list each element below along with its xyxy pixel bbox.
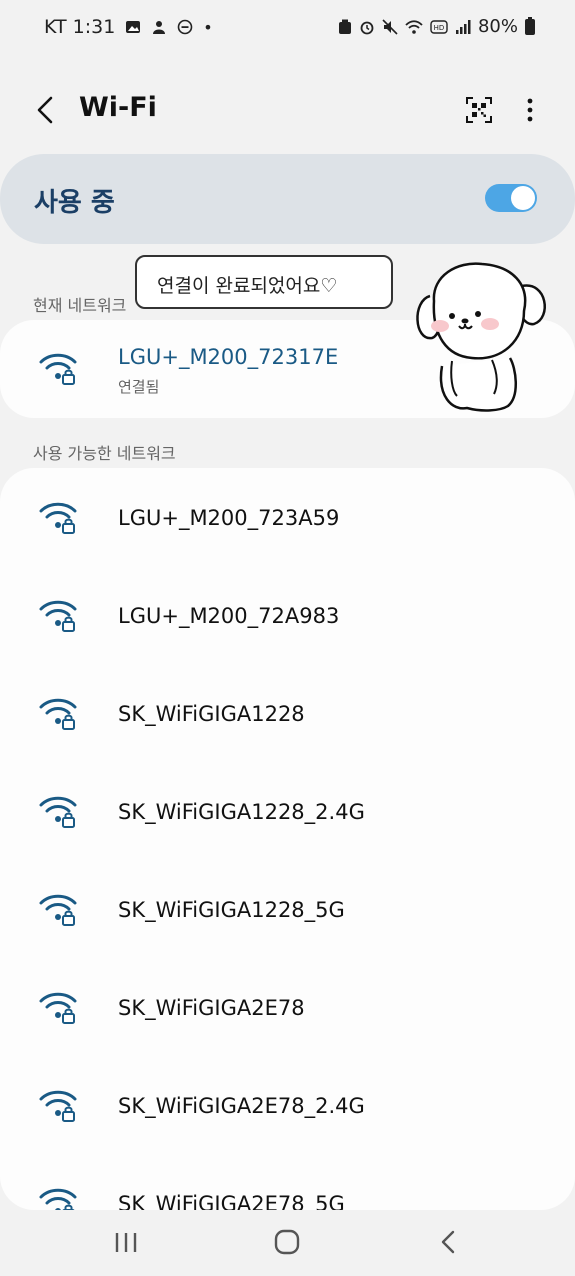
app-notification-icon <box>153 21 166 34</box>
connection-complete-bubble: 연결이 완료되었어요♡ <box>135 255 393 309</box>
current-network-header: 현재 네트워크 <box>33 296 127 315</box>
wifi-toggle[interactable] <box>485 184 537 212</box>
network-name: SK_WiFiGIGA1228_2.4G <box>118 800 365 824</box>
more-options-icon[interactable] <box>518 94 542 126</box>
recycle-icon <box>338 19 351 34</box>
network-name: SK_WiFiGIGA2E78_2.4G <box>118 1094 365 1118</box>
current-network-name: LGU+_M200_72317E <box>118 345 339 369</box>
system-icons: HD <box>338 18 471 35</box>
gallery-icon <box>126 21 141 33</box>
mute-icon <box>382 18 398 35</box>
network-name: SK_WiFiGIGA2E78_5G <box>118 1192 345 1210</box>
wifi-secured-icon <box>39 992 77 1024</box>
network-name: SK_WiFiGIGA2E78 <box>118 996 305 1020</box>
battery-icon <box>525 16 535 35</box>
wifi-secured-icon <box>39 894 77 926</box>
master-switch-label: 사용 중 <box>34 188 115 218</box>
alarm-icon <box>360 21 374 34</box>
do-not-disturb-icon <box>177 19 193 35</box>
back-icon[interactable] <box>28 90 68 130</box>
carrier-time: KT 1:31 <box>44 16 116 38</box>
page-title: Wi-Fi <box>79 92 157 123</box>
network-list-item[interactable]: SK_WiFiGIGA1228_5G <box>0 860 575 958</box>
recent-apps-icon[interactable] <box>108 1226 144 1258</box>
wifi-master-switch[interactable]: 사용 중 <box>0 154 575 244</box>
signal-icon <box>455 19 471 34</box>
network-list-item[interactable]: SK_WiFiGIGA1228 <box>0 664 575 762</box>
battery-percent: 80% <box>477 16 518 37</box>
status-bar: KT 1:31 • HD 80% <box>0 0 575 54</box>
available-networks-list: LGU+_M200_723A59 LGU+_M200_72A983 SK_WiF… <box>0 468 575 1210</box>
network-list-item[interactable]: SK_WiFiGIGA2E78_5G <box>0 1154 575 1210</box>
svg-text:HD: HD <box>434 24 445 32</box>
current-network-status: 연결됨 <box>118 378 160 396</box>
network-name: SK_WiFiGIGA1228 <box>118 702 305 726</box>
wifi-secured-icon <box>39 698 77 730</box>
wifi-secured-icon <box>39 1188 77 1210</box>
toggle-knob <box>511 186 535 210</box>
home-icon[interactable] <box>269 1226 305 1258</box>
status-left: KT 1:31 • <box>44 16 213 38</box>
wifi-secured-icon <box>39 796 77 828</box>
qr-code-icon[interactable] <box>465 96 493 124</box>
navigation-bar <box>0 1210 575 1276</box>
network-name: LGU+_M200_72A983 <box>118 604 340 628</box>
more-notifications-dot: • <box>203 17 213 37</box>
network-name: LGU+_M200_723A59 <box>118 506 340 530</box>
network-name: SK_WiFiGIGA1228_5G <box>118 898 345 922</box>
status-right: HD 80% <box>338 16 535 37</box>
wifi-secured-icon <box>39 1090 77 1122</box>
app-bar: Wi-Fi <box>0 78 575 144</box>
wifi-secured-icon <box>39 353 77 385</box>
wifi-secured-icon <box>39 600 77 632</box>
wifi-status-icon <box>405 19 423 34</box>
network-list-item[interactable]: SK_WiFiGIGA2E78 <box>0 958 575 1056</box>
network-list-item[interactable]: SK_WiFiGIGA1228_2.4G <box>0 762 575 860</box>
hd-voice-icon: HD <box>430 19 448 34</box>
puppy-sticker-icon <box>416 262 546 412</box>
notification-icons: • <box>125 17 213 37</box>
wifi-secured-icon <box>39 502 77 534</box>
available-networks-header: 사용 가능한 네트워크 <box>33 444 176 463</box>
network-list-item[interactable]: SK_WiFiGIGA2E78_2.4G <box>0 1056 575 1154</box>
back-nav-icon[interactable] <box>430 1226 466 1258</box>
network-list-item[interactable]: LGU+_M200_723A59 <box>0 468 575 566</box>
bubble-text: 연결이 완료되었어요♡ <box>157 275 338 297</box>
network-list-item[interactable]: LGU+_M200_72A983 <box>0 566 575 664</box>
